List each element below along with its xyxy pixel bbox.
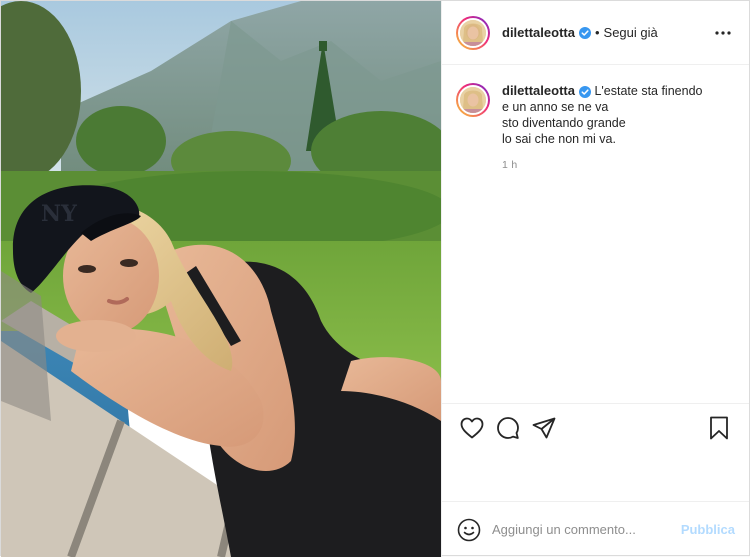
caption-text: dilettaleotta L'estate sta finendo e un … bbox=[502, 83, 702, 173]
instagram-post: NY dilettaleotta • Segui già dilettaleot… bbox=[0, 0, 750, 557]
caption-first-line: dilettaleotta L'estate sta finendo bbox=[502, 83, 702, 99]
comment-bubble-icon[interactable] bbox=[490, 410, 526, 446]
avatar-image bbox=[458, 85, 488, 115]
avatar-image bbox=[458, 17, 488, 48]
publish-button[interactable]: Pubblica bbox=[681, 522, 735, 537]
verified-badge-icon bbox=[578, 26, 591, 39]
follow-status-button[interactable]: Segui già bbox=[604, 25, 658, 40]
caption-line-3: sto diventando grande bbox=[502, 116, 626, 130]
comments-section: dilettaleotta L'estate sta finendo e un … bbox=[442, 65, 749, 403]
more-options-icon[interactable] bbox=[711, 21, 735, 45]
header-username[interactable]: dilettaleotta bbox=[502, 25, 575, 40]
action-bar bbox=[442, 403, 749, 451]
heart-icon[interactable] bbox=[454, 410, 490, 446]
caption-avatar[interactable] bbox=[456, 83, 490, 117]
header-separator: • bbox=[594, 25, 600, 40]
caption-line-1: L'estate sta finendo bbox=[594, 84, 703, 98]
caption-username[interactable]: dilettaleotta bbox=[502, 83, 575, 98]
comment-input[interactable] bbox=[492, 522, 681, 537]
emoji-smiley-icon[interactable] bbox=[456, 517, 482, 543]
post-photo[interactable]: NY bbox=[1, 1, 441, 557]
avatar-illustration bbox=[460, 87, 486, 113]
caption-line-2: e un anno se ne va bbox=[502, 100, 609, 114]
post-header: dilettaleotta • Segui già bbox=[442, 1, 749, 65]
bookmark-icon[interactable] bbox=[701, 410, 737, 446]
likes-area bbox=[442, 451, 749, 501]
verified-badge-icon bbox=[578, 85, 591, 98]
profile-avatar[interactable] bbox=[456, 15, 490, 50]
paper-plane-icon[interactable] bbox=[526, 410, 562, 446]
photo-illustration: NY bbox=[1, 1, 441, 557]
post-details-panel: dilettaleotta • Segui già dilettaleotta … bbox=[441, 1, 749, 557]
caption-row: dilettaleotta L'estate sta finendo e un … bbox=[456, 83, 735, 173]
post-timestamp[interactable]: 1 h bbox=[502, 157, 702, 173]
add-comment-bar: Pubblica bbox=[442, 501, 749, 557]
avatar-illustration bbox=[460, 19, 486, 46]
svg-text:NY: NY bbox=[41, 201, 77, 227]
caption-line-4: lo sai che non mi va. bbox=[502, 132, 616, 146]
